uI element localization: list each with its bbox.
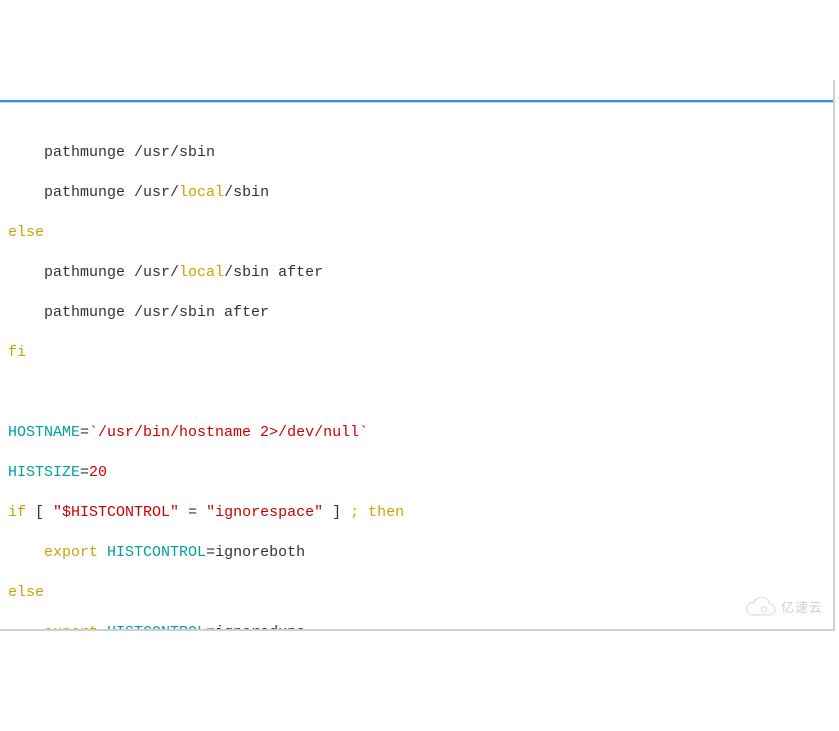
editor-frame: pathmunge /usr/sbin pathmunge /usr/local… [0,80,835,631]
watermark: 亿速云 [743,597,823,619]
code-line: export HISTCONTROL=ignoredups [8,623,825,631]
watermark-text: 亿速云 [781,598,823,618]
code-line: if [ "$HISTCONTROL" = "ignorespace" ] ; … [8,503,825,523]
code-line [8,383,825,403]
code-line: export HISTCONTROL=ignoreboth [8,543,825,563]
code-line: pathmunge /usr/local/sbin after [8,263,825,283]
code-line: pathmunge /usr/local/sbin [8,183,825,203]
code-line: HISTSIZE=20 [8,463,825,483]
cloud-icon [743,597,777,619]
window-top-border [0,100,833,103]
code-line: HOSTNAME=`/usr/bin/hostname 2>/dev/null` [8,423,825,443]
code-line: else [8,223,825,243]
code-line: else [8,583,825,603]
code-line: pathmunge /usr/sbin after [8,303,825,323]
code-line: fi [8,343,825,363]
code-editor[interactable]: pathmunge /usr/sbin pathmunge /usr/local… [0,123,833,631]
code-line: pathmunge /usr/sbin [8,143,825,163]
